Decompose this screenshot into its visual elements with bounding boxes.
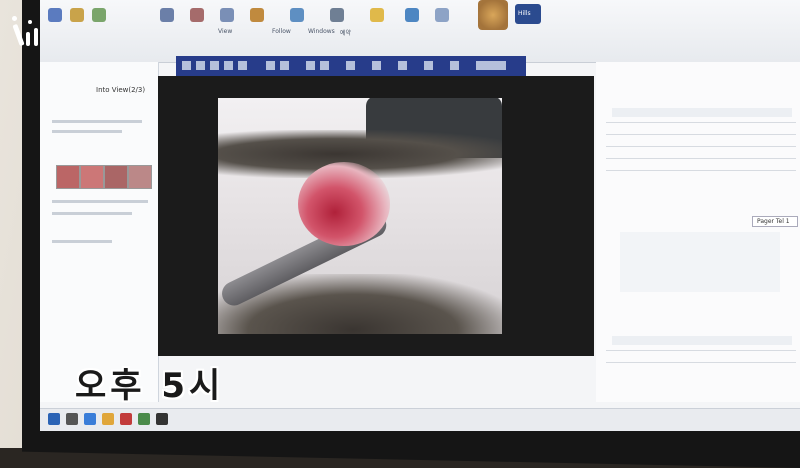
photo-thumbnail[interactable] <box>56 165 80 189</box>
toolbar-icon[interactable] <box>346 61 355 70</box>
list-row[interactable] <box>52 240 112 243</box>
wound-area <box>298 162 390 246</box>
toolbar-icon[interactable] <box>182 61 191 70</box>
list-row[interactable] <box>52 200 148 203</box>
toolbar-icon[interactable] <box>210 61 219 70</box>
ribbon-icon[interactable] <box>70 8 84 22</box>
taskbar <box>40 408 800 431</box>
ribbon-icon[interactable] <box>330 8 344 22</box>
ribbon-icon[interactable] <box>92 8 106 22</box>
hills-label: Hills <box>518 10 531 17</box>
ribbon-tab-label[interactable]: View <box>218 28 232 35</box>
wound-photo <box>218 98 502 334</box>
logo-icon <box>10 14 50 54</box>
taskbar-app-icon[interactable] <box>120 413 132 425</box>
list-row[interactable] <box>52 120 142 123</box>
taskbar-app-icon[interactable] <box>156 413 168 425</box>
ribbon-tab-label[interactable]: 예약 <box>340 28 351 37</box>
ribbon-icon[interactable] <box>48 8 62 22</box>
ribbon-icon[interactable] <box>435 8 449 22</box>
viewer-title: Into View(2/3) <box>96 86 146 94</box>
list-row[interactable] <box>52 130 122 133</box>
toolbar-icon[interactable] <box>196 61 205 70</box>
pager-box[interactable]: Pager Tel 1 <box>752 216 798 227</box>
toolbar-icon[interactable] <box>224 61 233 70</box>
table-header <box>612 336 792 345</box>
dog-logo <box>478 0 508 30</box>
photo-thumbnail[interactable] <box>80 165 104 189</box>
toolbar-icon[interactable] <box>424 61 433 70</box>
pager-label: Pager Tel 1 <box>757 218 790 225</box>
ribbon-tab-label[interactable]: Windows <box>308 28 335 35</box>
table-header <box>612 108 792 117</box>
list-row[interactable] <box>52 212 132 215</box>
table-row[interactable] <box>606 350 796 351</box>
toolbar-icon[interactable] <box>320 61 329 70</box>
ribbon-tab-label[interactable]: Follow <box>272 28 291 35</box>
table-row[interactable] <box>606 134 796 135</box>
table-row[interactable] <box>606 170 796 171</box>
table-row[interactable] <box>606 122 796 123</box>
table-row[interactable] <box>606 146 796 147</box>
start-icon[interactable] <box>48 413 60 425</box>
taskbar-app-icon[interactable] <box>84 413 96 425</box>
left-panel <box>40 62 159 402</box>
photo-thumbnail[interactable] <box>104 165 128 189</box>
toolbar-icon[interactable] <box>306 61 315 70</box>
ribbon-icon[interactable] <box>405 8 419 22</box>
ribbon-toolbar: Follow Windows 예약 View <box>40 0 800 63</box>
viewer-toolbar <box>176 56 526 76</box>
toolbar-icon[interactable] <box>280 61 289 70</box>
ribbon-icon[interactable] <box>160 8 174 22</box>
toolbar-icon[interactable] <box>266 61 275 70</box>
chart-area <box>620 232 780 292</box>
table-row[interactable] <box>606 158 796 159</box>
ribbon-icon[interactable] <box>370 8 384 22</box>
toolbar-icon[interactable] <box>398 61 407 70</box>
toolbar-icon[interactable] <box>238 61 247 70</box>
search-icon[interactable] <box>66 413 78 425</box>
photo-thumbnail[interactable] <box>128 165 152 189</box>
taskbar-app-icon[interactable] <box>102 413 114 425</box>
ribbon-icon[interactable] <box>220 8 234 22</box>
table-row[interactable] <box>606 362 796 363</box>
toolbar-icon[interactable] <box>372 61 381 70</box>
taskbar-app-icon[interactable] <box>138 413 150 425</box>
ribbon-icon[interactable] <box>250 8 264 22</box>
toolbar-icon[interactable] <box>450 61 459 70</box>
toolbar-slider[interactable] <box>476 61 506 70</box>
hills-logo: Hills <box>515 4 541 24</box>
ribbon-icon[interactable] <box>190 8 204 22</box>
time-caption: 오후 5시 <box>75 366 225 406</box>
ribbon-icon[interactable] <box>290 8 304 22</box>
